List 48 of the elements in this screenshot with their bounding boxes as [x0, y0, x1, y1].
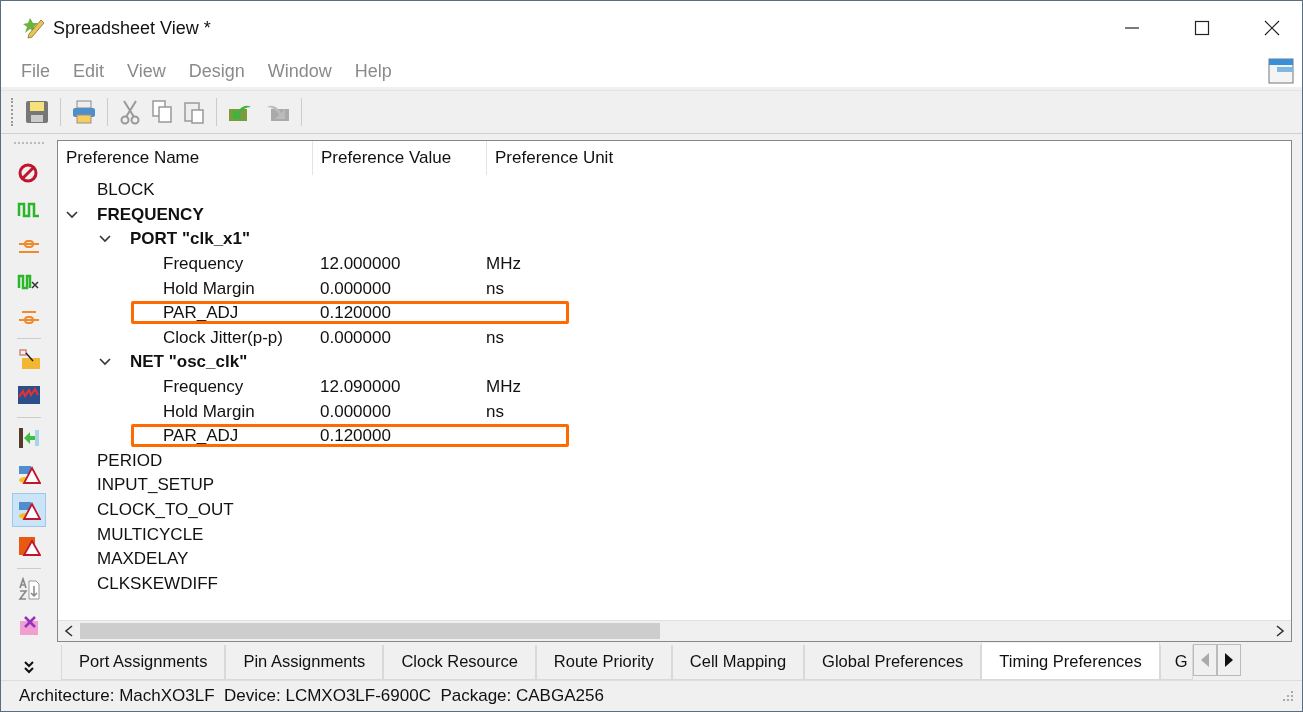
tab[interactable]: G: [1159, 645, 1193, 680]
table-row[interactable]: Hold Margin 0.000000 ns: [58, 276, 1291, 301]
table-cell-text: 0.120000: [320, 426, 392, 447]
tree-item-label[interactable]: BLOCK: [97, 180, 155, 201]
tree-item-label[interactable]: CLKSKEWDIFF: [97, 573, 218, 594]
tree-item-label[interactable]: Hold Margin: [163, 278, 255, 299]
tab[interactable]: Global Preferences: [804, 645, 982, 680]
tab[interactable]: Clock Resource: [383, 645, 536, 680]
tree-item-label[interactable]: Frequency: [163, 254, 244, 275]
tree-item-label[interactable]: PAR_ADJ: [163, 303, 239, 324]
tree-item-label[interactable]: Hold Margin: [163, 401, 255, 422]
tab[interactable]: Pin Assignments: [225, 645, 384, 680]
table-row[interactable]: Hold Margin 0.000000 ns: [58, 399, 1291, 424]
table-cell: MHz: [486, 377, 521, 398]
table-row[interactable]: Clock Jitter(p-p) 0.000000 ns: [58, 325, 1291, 351]
table-cell: ns: [486, 278, 504, 299]
table-cell-text: 0.000000: [320, 278, 392, 299]
tree-item-label[interactable]: INPUT_SETUP: [97, 475, 215, 496]
tab[interactable]: Port Assignments: [61, 645, 226, 680]
tree-item-label[interactable]: MAXDELAY: [97, 549, 189, 570]
table-row[interactable]: Frequency 12.090000 MHz: [58, 374, 1291, 400]
table-cell-text: 0.000000: [320, 327, 392, 348]
tree-item-label[interactable]: Frequency: [163, 377, 244, 398]
table-row[interactable]: Frequency 12.000000 MHz: [58, 251, 1291, 277]
tree-item-label[interactable]: PERIOD: [97, 450, 163, 471]
tree-item-label[interactable]: PORT "clk_x1": [130, 229, 251, 250]
tree-item-label[interactable]: Clock Jitter(p-p): [163, 327, 283, 348]
column-header[interactable]: Preference Name: [58, 141, 313, 175]
status-text: Architecture: MachXO3LF Device: LCMXO3LF-6900C Package: CABGA256: [19, 686, 604, 706]
column-header[interactable]: Preference Unit: [487, 141, 614, 175]
column-header[interactable]: Preference Value: [313, 141, 487, 175]
tab[interactable]: Cell Mapping: [671, 645, 805, 680]
table-cell-text: 12.090000: [320, 377, 402, 398]
menu-item[interactable]: View: [127, 60, 166, 82]
tree-item-label[interactable]: FREQUENCY: [97, 204, 204, 225]
tree-item-label[interactable]: NET "osc_clk": [130, 352, 248, 373]
table-cell: ns: [486, 401, 504, 422]
table-cell-text: 12.000000: [320, 254, 402, 275]
tab[interactable]: Timing Preferences: [981, 643, 1160, 680]
tree-item-label[interactable]: MULTICYCLE: [97, 524, 204, 545]
table-cell: ns: [486, 327, 504, 348]
table-cell: MHz: [486, 254, 521, 275]
tree-item-label[interactable]: PAR_ADJ: [163, 426, 239, 447]
tree-item-label[interactable]: CLOCK_TO_OUT: [97, 500, 234, 520]
table-cell-text: 0.120000: [320, 303, 392, 324]
window-title: Spreadsheet View *: [53, 17, 211, 39]
table-cell-text: 0.000000: [320, 401, 392, 422]
tab[interactable]: Route Priority: [535, 645, 672, 680]
